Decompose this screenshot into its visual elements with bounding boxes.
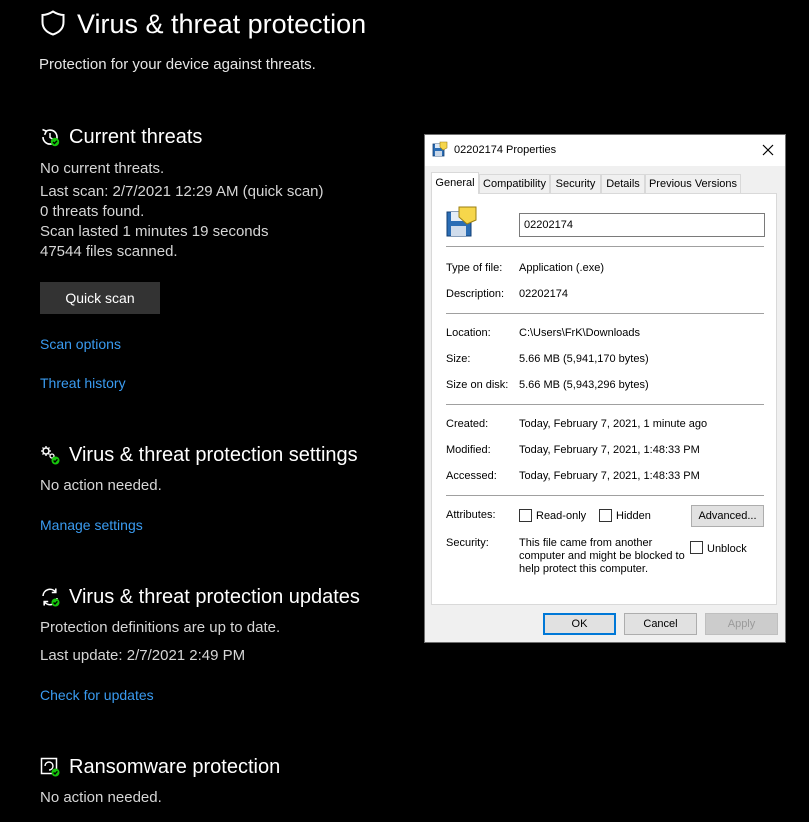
modified-value: Today, February 7, 2021, 1:48:33 PM (519, 444, 700, 456)
attributes-label: Attributes: (446, 509, 496, 521)
description-value: 02202174 (519, 288, 568, 300)
separator (446, 246, 764, 247)
dialog-title: 02202174 Properties (454, 144, 557, 156)
page-subtitle: Protection for your device against threa… (39, 56, 316, 73)
created-value: Today, February 7, 2021, 1 minute ago (519, 418, 708, 430)
accessed-label: Accessed: (446, 470, 497, 482)
separator (446, 404, 764, 405)
updates-status: Protection definitions are up to date. (40, 619, 281, 636)
quick-scan-button[interactable]: Quick scan (40, 282, 160, 314)
refresh-check-icon (42, 588, 60, 607)
ransomware-title: Ransomware protection (69, 756, 281, 778)
tab-security[interactable]: Security (550, 174, 601, 194)
separator (446, 313, 764, 314)
size-value: 5.66 MB (5,941,170 bytes) (519, 353, 649, 365)
unblock-checkbox[interactable] (690, 541, 703, 554)
threats-found: 0 threats found. (40, 203, 145, 220)
general-panel: 02202174 Type of file: Application (.exe… (431, 193, 777, 605)
threat-history-link[interactable]: Threat history (40, 374, 126, 392)
location-label: Location: (446, 327, 491, 339)
security-label: Security: (446, 537, 489, 549)
advanced-button[interactable]: Advanced... (691, 505, 764, 527)
current-threats-title: Current threats (69, 126, 203, 148)
threats-status: No current threats. (40, 160, 165, 177)
security-text-line-3: help protect this computer. (519, 563, 649, 575)
gears-check-icon (41, 446, 60, 465)
accessed-value: Today, February 7, 2021, 1:48:33 PM (519, 470, 700, 482)
application-icon (432, 141, 448, 157)
tab-details[interactable]: Details (601, 174, 645, 194)
cancel-button[interactable]: Cancel (624, 613, 697, 635)
readonly-checkbox[interactable] (519, 509, 532, 522)
file-name-input[interactable]: 02202174 (519, 213, 765, 237)
scan-duration: Scan lasted 1 minutes 19 seconds (40, 223, 269, 240)
tab-previous-versions[interactable]: Previous Versions (645, 174, 741, 194)
last-update: Last update: 2/7/2021 2:49 PM (40, 647, 246, 664)
hidden-label[interactable]: Hidden (616, 509, 651, 523)
properties-dialog: 02202174 Properties General Compatibilit… (424, 134, 786, 643)
size-on-disk-label: Size on disk: (446, 379, 509, 391)
hidden-checkbox[interactable] (599, 509, 612, 522)
protection-settings-title: Virus & threat protection settings (69, 444, 358, 466)
scan-options-link[interactable]: Scan options (40, 335, 121, 353)
apply-button[interactable]: Apply (705, 613, 778, 635)
close-icon (762, 144, 774, 156)
ransomware-status: No action needed. (40, 789, 162, 806)
check-updates-link[interactable]: Check for updates (40, 686, 154, 704)
modified-label: Modified: (446, 444, 491, 456)
last-scan: Last scan: 2/7/2021 12:29 AM (quick scan… (40, 183, 324, 200)
files-scanned: 47544 files scanned. (40, 243, 178, 260)
dialog-titlebar[interactable]: 02202174 Properties (425, 135, 785, 166)
file-icon (446, 206, 477, 237)
close-button[interactable] (751, 135, 785, 165)
shield-icon (41, 10, 65, 36)
description-label: Description: (446, 288, 505, 300)
separator (446, 495, 764, 496)
tab-general[interactable]: General (431, 172, 479, 194)
size-label: Size: (446, 353, 471, 365)
protection-updates-title: Virus & threat protection updates (69, 586, 360, 608)
type-label: Type of file: (446, 262, 503, 274)
location-value: C:\Users\FrK\Downloads (519, 327, 641, 339)
manage-settings-link[interactable]: Manage settings (40, 516, 143, 534)
created-label: Created: (446, 418, 489, 430)
readonly-label[interactable]: Read-only (536, 509, 586, 523)
type-value: Application (.exe) (519, 262, 604, 274)
page-title-text: Virus & threat protection (77, 9, 367, 39)
tab-compatibility[interactable]: Compatibility (479, 174, 550, 194)
ok-button[interactable]: OK (543, 613, 616, 635)
security-text-line-1: This file came from another (519, 537, 653, 549)
settings-status: No action needed. (40, 477, 162, 494)
size-on-disk-value: 5.66 MB (5,943,296 bytes) (519, 379, 649, 391)
unblock-label[interactable]: Unblock (707, 542, 747, 556)
history-check-icon (42, 128, 60, 147)
ransomware-icon (40, 757, 60, 777)
security-text-line-2: computer and might be blocked to (519, 550, 685, 562)
